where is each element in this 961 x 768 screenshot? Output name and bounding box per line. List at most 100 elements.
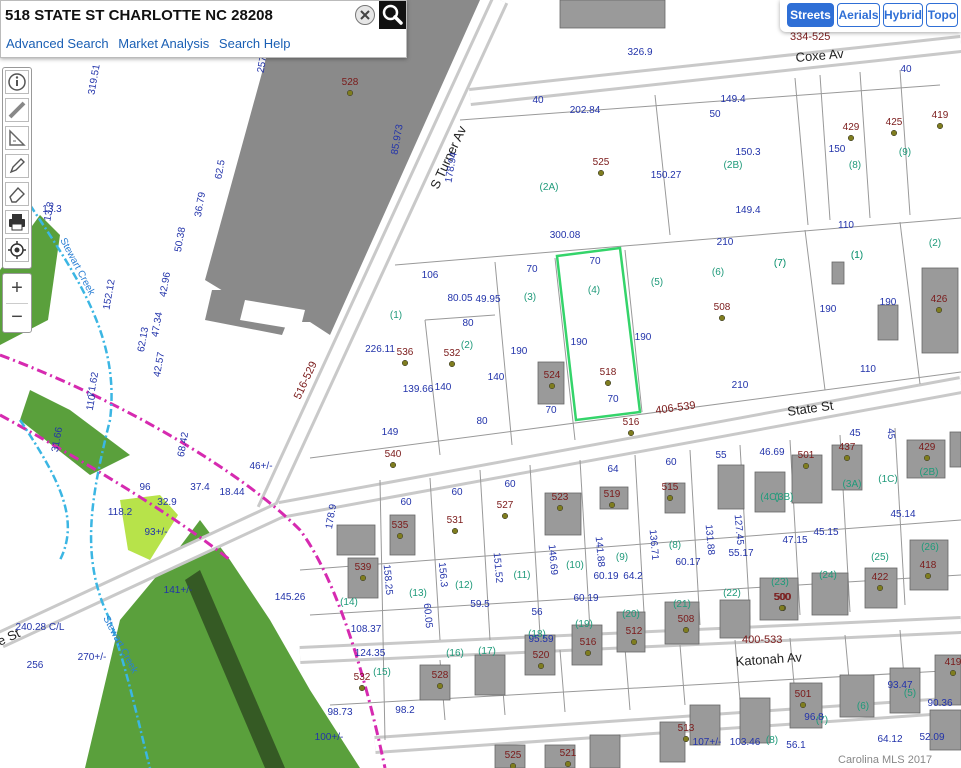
search-help-link[interactable]: Search Help xyxy=(219,36,291,51)
address-point-marker[interactable] xyxy=(597,169,605,177)
print-icon xyxy=(9,214,25,231)
address-number: 540 xyxy=(385,449,402,460)
map-type-streets[interactable]: Streets xyxy=(787,3,834,27)
measure-area-button[interactable] xyxy=(5,126,29,150)
address-point-marker[interactable] xyxy=(501,512,509,520)
dimension-label: 150 xyxy=(829,144,846,155)
address-point-marker[interactable] xyxy=(923,454,931,462)
map-type-aerials[interactable]: Aerials xyxy=(837,3,880,27)
address-point-marker[interactable] xyxy=(666,494,674,502)
dimension-label: 107+/- xyxy=(693,737,722,748)
address-point-marker[interactable] xyxy=(401,359,409,367)
address-point-marker[interactable] xyxy=(682,626,690,634)
zoom-in-button[interactable]: + xyxy=(3,274,31,302)
info-tool-button[interactable] xyxy=(5,70,29,94)
dimension-label: 210 xyxy=(732,380,749,391)
address-point-marker[interactable] xyxy=(358,684,366,692)
lot-number: (25) xyxy=(871,552,889,563)
draw-button[interactable] xyxy=(5,154,29,178)
print-button[interactable] xyxy=(5,210,29,234)
parcel-map[interactable]: S Turner Av Coxe Av State St Katonah Av … xyxy=(0,0,961,768)
dimension-label: 80 xyxy=(476,416,488,427)
address-point-marker[interactable] xyxy=(346,89,354,97)
search-box xyxy=(1,1,379,29)
address-point-marker[interactable] xyxy=(718,314,726,322)
clear-search-button[interactable] xyxy=(355,5,375,25)
lot-number: (2A) xyxy=(540,182,559,193)
lot-number: (9) xyxy=(899,147,911,158)
dimension-label: 140 xyxy=(488,372,505,383)
address-point-marker[interactable] xyxy=(876,584,884,592)
zoom-out-button[interactable]: − xyxy=(3,303,31,331)
advanced-search-link[interactable]: Advanced Search xyxy=(6,36,109,51)
map-type-hybrid[interactable]: Hybrid xyxy=(883,3,923,27)
address-point-marker[interactable] xyxy=(564,760,572,768)
lot-number: (16) xyxy=(446,648,464,659)
dimension-label: 270+/- xyxy=(78,652,107,663)
address-point-marker[interactable] xyxy=(584,649,592,657)
address-number: 425 xyxy=(886,117,903,128)
address-point-marker[interactable] xyxy=(935,306,943,314)
address-point-marker[interactable] xyxy=(890,129,898,137)
address-point-marker[interactable] xyxy=(509,762,517,768)
lot-number: (11) xyxy=(513,570,530,581)
locate-button[interactable] xyxy=(5,238,29,262)
address-number: 516 xyxy=(580,637,597,648)
address-point-marker[interactable] xyxy=(604,379,612,387)
search-input[interactable] xyxy=(5,4,350,26)
address-point-marker[interactable] xyxy=(389,461,397,469)
address-number: 419 xyxy=(932,110,949,121)
dimension-label: 110 xyxy=(838,220,854,231)
market-analysis-link[interactable]: Market Analysis xyxy=(118,36,209,51)
address-number: 521 xyxy=(560,748,577,759)
search-button[interactable] xyxy=(379,1,406,29)
map-type-topo[interactable]: Topo xyxy=(926,3,958,27)
dimension-label: 55.17 xyxy=(728,548,753,559)
address-point-marker[interactable] xyxy=(436,682,444,690)
address-number: 429 xyxy=(843,122,860,133)
address-point-marker[interactable] xyxy=(799,701,807,709)
address-number: 524 xyxy=(544,370,561,381)
dimension-label: 56 xyxy=(531,607,543,618)
address-point-marker[interactable] xyxy=(537,662,545,670)
address-point-marker[interactable] xyxy=(802,462,810,470)
address-point-marker[interactable] xyxy=(847,134,855,142)
address-point-marker[interactable] xyxy=(936,122,944,130)
address-point-marker[interactable] xyxy=(448,360,456,368)
dimension-label: 190 xyxy=(571,337,588,348)
address-number: 528 xyxy=(432,670,449,681)
address-point-marker[interactable] xyxy=(843,454,851,462)
dimension-label: 80.05 xyxy=(447,293,472,304)
dimension-label: 59.5 xyxy=(470,599,490,610)
address-point-marker[interactable] xyxy=(924,572,932,580)
address-point-marker[interactable] xyxy=(451,527,459,535)
dimension-label: 256 xyxy=(27,660,44,671)
address-number: 429 xyxy=(919,442,936,453)
address-number: 536 xyxy=(397,347,414,358)
dimension-label: 108.37 xyxy=(351,624,382,635)
address-point-marker[interactable] xyxy=(949,669,957,677)
address-point-marker[interactable] xyxy=(556,504,564,512)
address-number: 419 xyxy=(945,657,961,668)
address-number: 508 xyxy=(714,302,731,313)
address-number: 501 xyxy=(798,450,815,461)
lot-number: (8) xyxy=(669,540,681,551)
dimension-label: 149 xyxy=(382,427,399,438)
address-point-marker[interactable] xyxy=(608,501,616,509)
lot-number: (3A) xyxy=(843,479,862,490)
dimension-label: 300.08 xyxy=(550,230,581,241)
address-point-marker[interactable] xyxy=(359,574,367,582)
address-number: 500 xyxy=(774,592,791,603)
address-point-marker[interactable] xyxy=(682,735,690,743)
dimension-label: 64.12 xyxy=(877,734,902,745)
address-point-marker[interactable] xyxy=(396,532,404,540)
lot-number: (19) xyxy=(575,619,593,630)
dimension-label: 60 xyxy=(451,487,463,498)
address-point-marker[interactable] xyxy=(778,604,786,612)
address-point-marker[interactable] xyxy=(627,429,635,437)
address-point-marker[interactable] xyxy=(548,382,556,390)
dimension-label: 40 xyxy=(900,64,912,75)
measure-distance-button[interactable] xyxy=(5,98,29,122)
erase-button[interactable] xyxy=(5,182,29,206)
address-point-marker[interactable] xyxy=(630,638,638,646)
